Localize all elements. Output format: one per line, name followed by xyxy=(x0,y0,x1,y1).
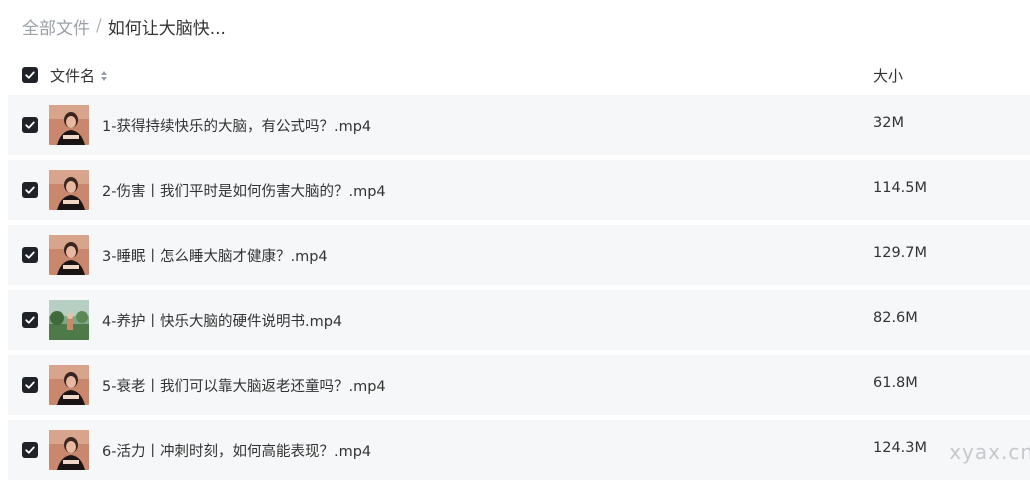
file-checkbox[interactable] xyxy=(22,312,38,328)
name-column-header[interactable]: 文件名 xyxy=(50,65,108,86)
file-row[interactable]: 6-活力丨冲刺时刻，如何高能表现？.mp4 124.3M xyxy=(8,420,1030,480)
file-name[interactable]: 2-伤害丨我们平时是如何伤害大脑的？.mp4 xyxy=(102,180,386,201)
file-size: 124.3M xyxy=(873,440,928,456)
file-row[interactable]: 3-睡眠丨怎么睡大脑才健康？.mp4 129.7M xyxy=(8,225,1030,285)
video-thumbnail[interactable] xyxy=(49,365,89,405)
file-list: 1-获得持续快乐的大脑，有公式吗？.mp4 32M 2-伤害丨我们平时是如何伤害… xyxy=(8,95,1030,482)
check-icon xyxy=(25,446,35,454)
video-thumbnail[interactable] xyxy=(49,170,89,210)
video-thumbnail[interactable] xyxy=(49,235,89,275)
file-row[interactable]: 4-养护丨快乐大脑的硬件说明书.mp4 82.6M xyxy=(8,290,1030,350)
file-size: 129.7M xyxy=(873,245,928,261)
file-checkbox[interactable] xyxy=(22,442,38,458)
file-row[interactable]: 1-获得持续快乐的大脑，有公式吗？.mp4 32M xyxy=(8,95,1030,155)
breadcrumb: 全部文件 / 如何让大脑快... xyxy=(22,14,226,39)
file-checkbox[interactable] xyxy=(22,247,38,263)
file-name[interactable]: 4-养护丨快乐大脑的硬件说明书.mp4 xyxy=(102,310,342,331)
watermark: xyax.cn xyxy=(949,440,1030,464)
file-name[interactable]: 6-活力丨冲刺时刻，如何高能表现？.mp4 xyxy=(102,440,371,461)
select-all-checkbox[interactable] xyxy=(22,67,38,83)
video-thumbnail[interactable] xyxy=(49,430,89,470)
video-thumbnail[interactable] xyxy=(49,105,89,145)
file-browser: 全部文件 / 如何让大脑快... 文件名 大小 1-获得持续快乐的大脑，有公式吗… xyxy=(0,0,1030,482)
breadcrumb-separator: / xyxy=(96,16,102,36)
file-size: 114.5M xyxy=(873,180,928,196)
check-icon xyxy=(25,186,35,194)
file-row[interactable]: 2-伤害丨我们平时是如何伤害大脑的？.mp4 114.5M xyxy=(8,160,1030,220)
breadcrumb-current: 如何让大脑快... xyxy=(107,18,226,39)
file-checkbox[interactable] xyxy=(22,182,38,198)
check-icon xyxy=(25,381,35,389)
file-checkbox[interactable] xyxy=(22,117,38,133)
file-name[interactable]: 3-睡眠丨怎么睡大脑才健康？.mp4 xyxy=(102,245,328,266)
file-name[interactable]: 5-衰老丨我们可以靠大脑返老还童吗？.mp4 xyxy=(102,375,386,396)
name-column-label: 文件名 xyxy=(50,67,96,85)
check-icon xyxy=(25,251,35,259)
file-size: 82.6M xyxy=(873,310,918,326)
check-icon xyxy=(25,121,35,129)
file-row[interactable]: 5-衰老丨我们可以靠大脑返老还童吗？.mp4 61.8M xyxy=(8,355,1030,415)
breadcrumb-root-link[interactable]: 全部文件 xyxy=(22,14,90,39)
check-icon xyxy=(25,71,35,79)
video-thumbnail[interactable] xyxy=(49,300,89,340)
file-list-header: 文件名 大小 xyxy=(0,58,1030,94)
file-size: 32M xyxy=(873,115,904,131)
file-checkbox[interactable] xyxy=(22,377,38,393)
check-icon xyxy=(25,316,35,324)
size-column-header[interactable]: 大小 xyxy=(873,65,903,86)
file-name[interactable]: 1-获得持续快乐的大脑，有公式吗？.mp4 xyxy=(102,115,371,136)
sort-icon[interactable] xyxy=(101,70,108,81)
file-size: 61.8M xyxy=(873,375,918,391)
